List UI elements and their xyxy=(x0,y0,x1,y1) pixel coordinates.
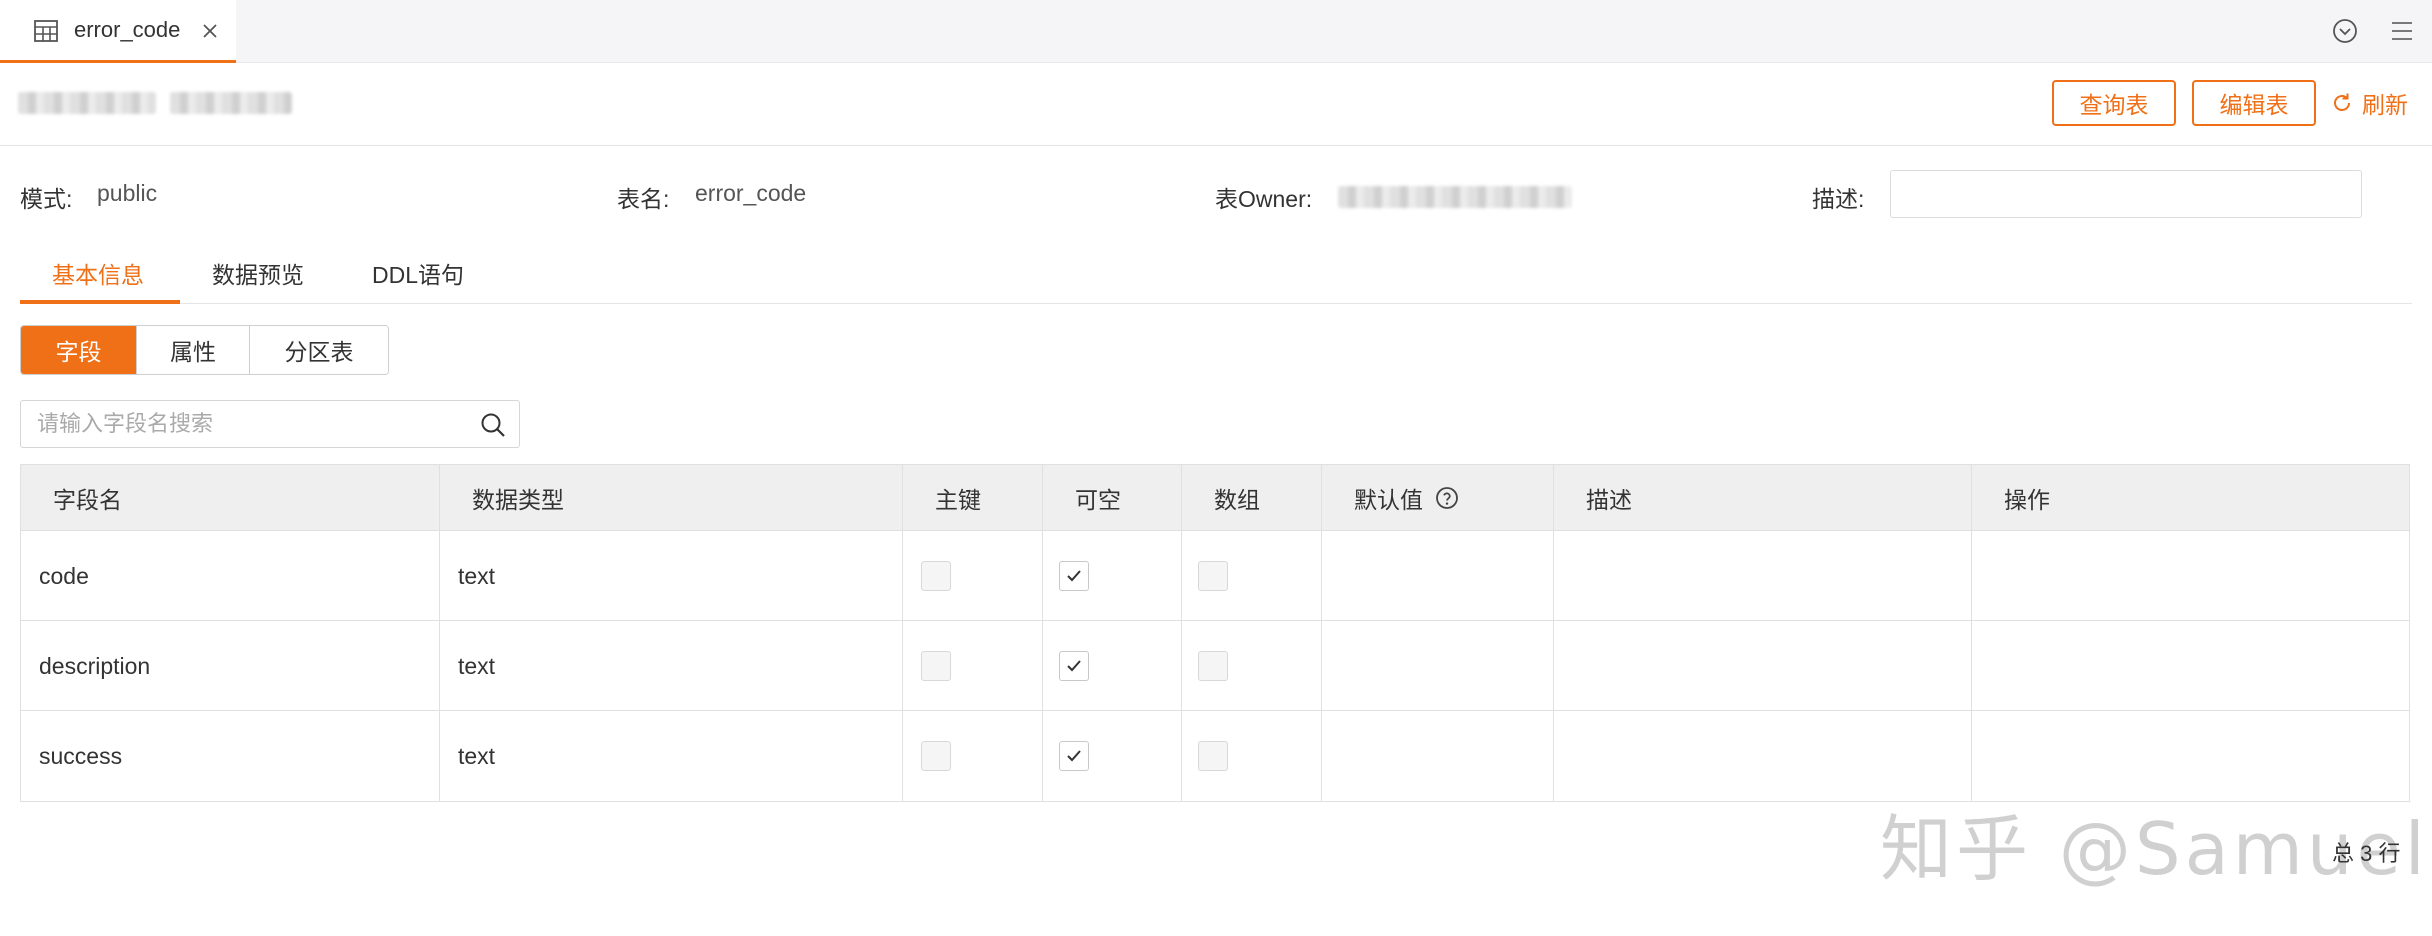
column-header-actions: 操作 xyxy=(2004,487,2050,513)
primary-key-checkbox[interactable] xyxy=(921,651,951,681)
column-header-data-type: 数据类型 xyxy=(440,465,903,531)
cell-nullable xyxy=(1043,531,1182,621)
column-header-default-label: 默认值 xyxy=(1354,487,1423,513)
file-tab-error-code[interactable]: error_code xyxy=(0,0,236,63)
close-icon[interactable] xyxy=(200,21,220,41)
cell-primary-key xyxy=(903,711,1043,801)
cell-default xyxy=(1322,711,1554,801)
schema-value: public xyxy=(97,180,158,206)
redacted-breadcrumb xyxy=(18,92,156,114)
nullable-checkbox[interactable] xyxy=(1059,561,1089,591)
schema-label: 模式: xyxy=(20,186,73,212)
check-icon xyxy=(1067,570,1081,582)
check-icon xyxy=(1067,750,1081,762)
nullable-checkbox[interactable] xyxy=(1059,741,1089,771)
array-checkbox[interactable] xyxy=(1198,741,1228,771)
segmented-control: 字段 属性 分区表 xyxy=(20,325,389,375)
cell-nullable xyxy=(1043,621,1182,711)
segment-partition-table[interactable]: 分区表 xyxy=(250,326,388,374)
cell-default xyxy=(1322,621,1554,711)
cell-field-name: description xyxy=(21,621,440,711)
cell-description xyxy=(1554,621,1972,711)
table-header: 字段名 数据类型 主键 可空 数组 默认值 描述 操作 xyxy=(21,465,2409,531)
field-search-input[interactable] xyxy=(37,401,457,447)
chevron-down-circle-icon[interactable] xyxy=(2332,18,2358,44)
array-checkbox[interactable] xyxy=(1198,561,1228,591)
field-search-box xyxy=(20,400,520,448)
column-header-field-name: 字段名 xyxy=(21,465,440,531)
table-grid-icon xyxy=(34,20,58,42)
cell-nullable xyxy=(1043,711,1182,801)
tab-bar: error_code xyxy=(0,0,2432,63)
search-icon[interactable] xyxy=(479,411,507,439)
table-name-label: 表名: xyxy=(617,186,670,212)
refresh-icon xyxy=(2334,93,2350,111)
menu-icon[interactable] xyxy=(2390,20,2414,42)
tab-data-preview[interactable]: 数据预览 xyxy=(212,256,304,290)
owner-label: 表Owner: xyxy=(1215,186,1313,212)
refresh-label: 刷新 xyxy=(2362,92,2408,118)
cell-actions xyxy=(1972,531,2409,621)
column-header-primary-key: 主键 xyxy=(903,465,1043,531)
column-header-default: 默认值 xyxy=(1322,465,1554,531)
table-row: success text xyxy=(21,711,2409,801)
total-rows-count: 总 3 行 xyxy=(2332,841,2401,866)
query-table-button[interactable]: 查询表 xyxy=(2052,80,2176,126)
tab-ddl[interactable]: DDL语句 xyxy=(372,256,464,290)
cell-actions xyxy=(1972,621,2409,711)
cell-default xyxy=(1322,531,1554,621)
column-header-description: 描述 xyxy=(1554,465,1972,531)
cell-description xyxy=(1554,531,1972,621)
segment-properties[interactable]: 属性 xyxy=(137,326,250,374)
check-icon xyxy=(1067,660,1081,672)
cell-array xyxy=(1182,621,1322,711)
refresh-button[interactable]: 刷新 xyxy=(2330,80,2408,126)
cell-primary-key xyxy=(903,621,1043,711)
description-label: 描述: xyxy=(1812,186,1865,212)
array-checkbox[interactable] xyxy=(1198,651,1228,681)
cell-array xyxy=(1182,531,1322,621)
cell-data-type: text xyxy=(440,711,903,801)
column-header-array: 数组 xyxy=(1182,465,1322,531)
cell-data-type: text xyxy=(440,531,903,621)
help-icon[interactable] xyxy=(1435,486,1459,510)
primary-key-checkbox[interactable] xyxy=(921,741,951,771)
active-tab-indicator xyxy=(20,300,180,304)
table-row: code text xyxy=(21,531,2409,621)
tab-label: error_code xyxy=(74,17,181,42)
cell-field-name: success xyxy=(21,711,440,801)
cell-description xyxy=(1554,711,1972,801)
primary-key-checkbox[interactable] xyxy=(921,561,951,591)
header: 查询表 编辑表 刷新 xyxy=(0,63,2432,146)
description-input[interactable] xyxy=(1890,170,2362,218)
fields-table: 字段名 数据类型 主键 可空 数组 默认值 描述 操作 code text de… xyxy=(20,464,2410,802)
segment-fields[interactable]: 字段 xyxy=(21,326,137,374)
redacted-owner-value xyxy=(1338,186,1572,208)
table-name-value: error_code xyxy=(695,180,807,206)
cell-field-name: code xyxy=(21,531,440,621)
cell-primary-key xyxy=(903,531,1043,621)
table-row: description text xyxy=(21,621,2409,711)
cell-actions xyxy=(1972,711,2409,801)
edit-table-button[interactable]: 编辑表 xyxy=(2192,80,2316,126)
redacted-breadcrumb xyxy=(170,92,292,114)
tab-basic-info[interactable]: 基本信息 xyxy=(52,256,144,290)
detail-tabs: 基本信息 数据预览 DDL语句 xyxy=(20,246,2412,304)
cell-data-type: text xyxy=(440,621,903,711)
nullable-checkbox[interactable] xyxy=(1059,651,1089,681)
column-header-nullable: 可空 xyxy=(1043,465,1182,531)
cell-array xyxy=(1182,711,1322,801)
